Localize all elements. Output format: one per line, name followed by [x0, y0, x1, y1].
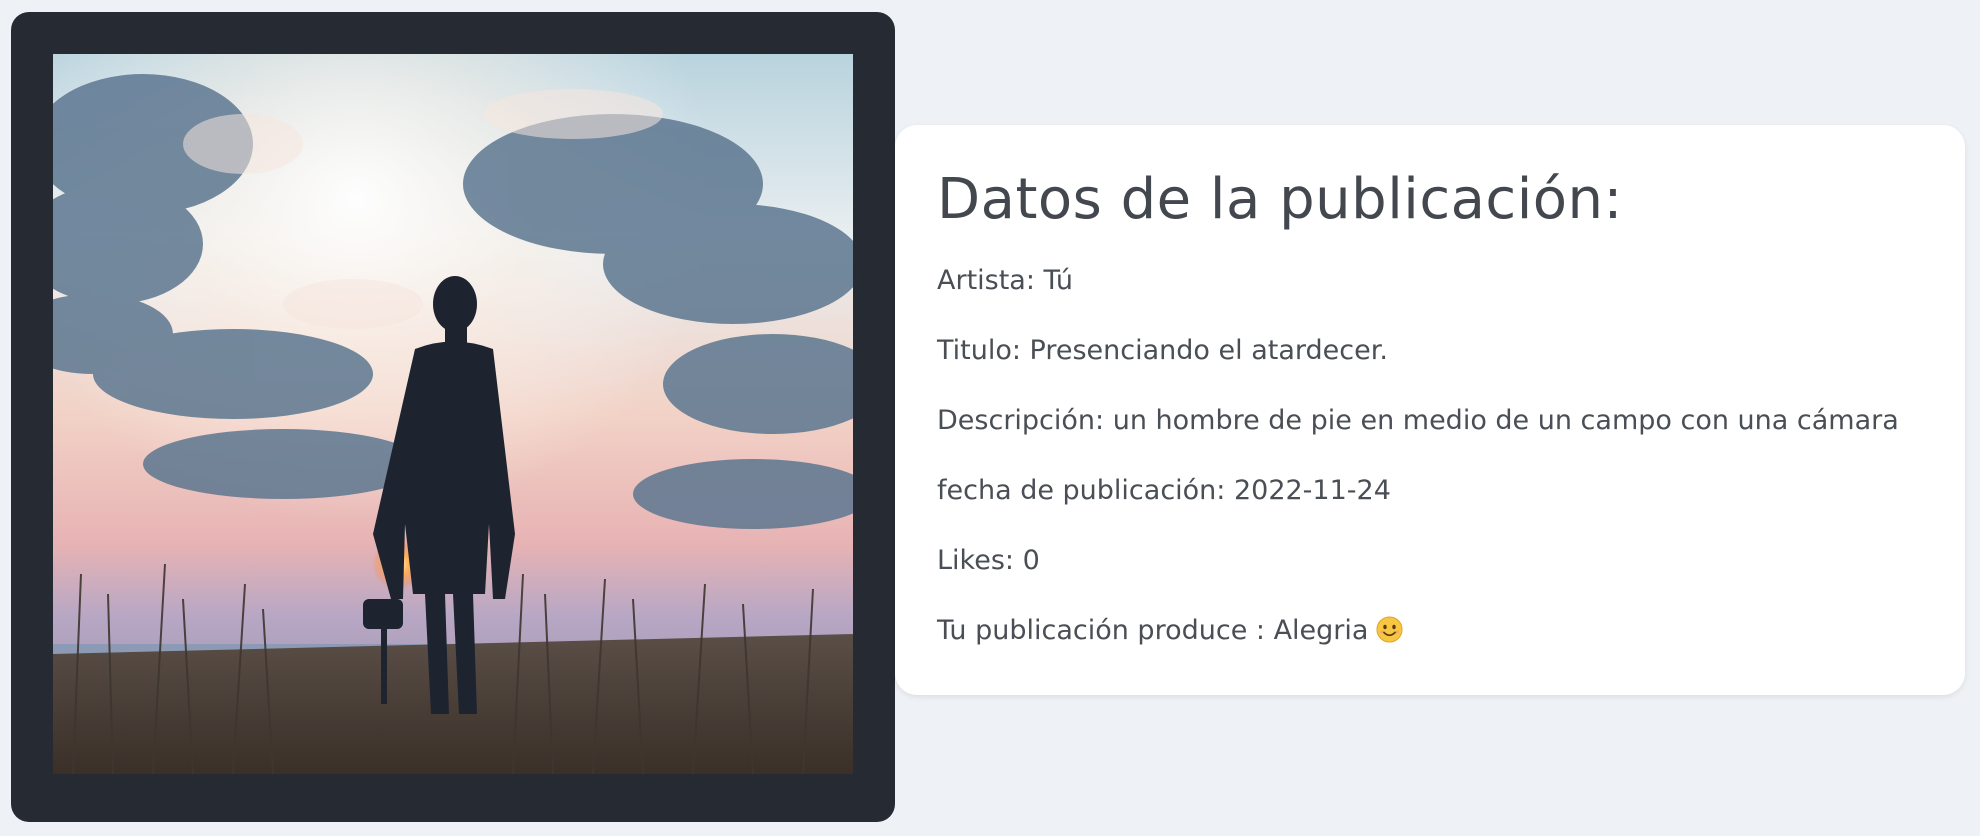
- image-card: [11, 12, 895, 822]
- mood-line: Tu publicación produce : Alegria: [937, 615, 1403, 646]
- artist-text: Artista: Tú: [937, 265, 1074, 296]
- smiling-face-emoji-icon: [1376, 616, 1403, 643]
- date-text: fecha de publicación: 2022-11-24: [937, 475, 1391, 506]
- description-text: Descripción: un hombre de pie en medio d…: [937, 405, 1899, 436]
- post-details-card: Datos de la publicación: Artista: Tú Tit…: [895, 125, 1965, 695]
- likes-text: Likes: 0: [937, 545, 1040, 576]
- page: Datos de la publicación: Artista: Tú Tit…: [0, 0, 1980, 836]
- details-title: Datos de la publicación:: [937, 167, 1623, 232]
- mood-text: Tu publicación produce : Alegria: [937, 615, 1369, 646]
- post-title-text: Titulo: Presenciando el atardecer.: [937, 335, 1388, 366]
- post-image: [53, 54, 853, 774]
